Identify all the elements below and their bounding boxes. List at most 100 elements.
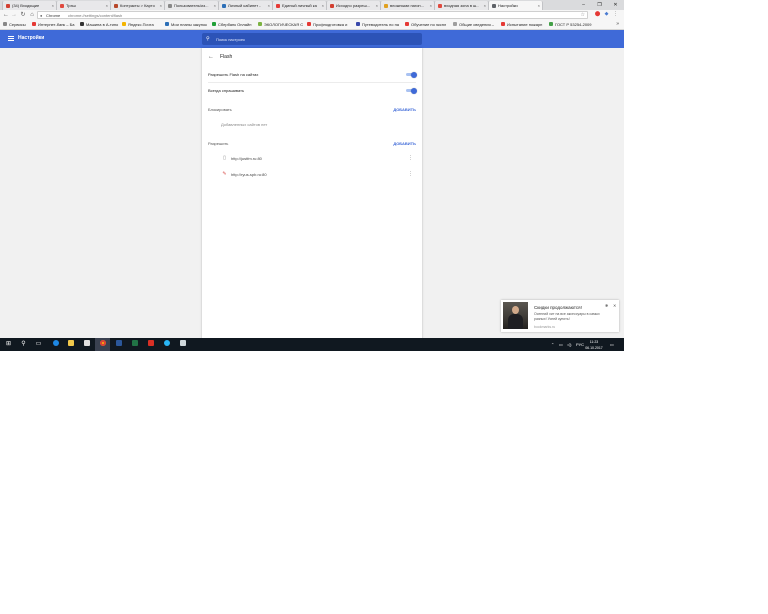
site-more-actions-icon[interactable]: ⋮ bbox=[408, 171, 413, 178]
tab-close-icon[interactable]: × bbox=[322, 3, 324, 9]
notification-close-icon[interactable]: ✕ bbox=[613, 303, 616, 308]
tab-close-icon[interactable]: × bbox=[52, 3, 54, 9]
ie-icon[interactable] bbox=[159, 338, 174, 351]
word-icon[interactable] bbox=[111, 338, 126, 351]
tab[interactable]: вложными пагон... × bbox=[380, 1, 435, 10]
tab-close-icon[interactable]: × bbox=[214, 3, 216, 9]
bookmarks-overflow-icon[interactable]: » bbox=[616, 21, 619, 28]
store-icon[interactable] bbox=[79, 338, 94, 351]
tab[interactable]: Личный кабинет - × bbox=[218, 1, 273, 10]
tab-close-icon[interactable]: × bbox=[484, 3, 486, 9]
tab-close-icon[interactable]: × bbox=[106, 3, 108, 9]
clock[interactable]: 11:23 06.10.2017 bbox=[583, 339, 605, 351]
tab-close-icon[interactable]: × bbox=[376, 3, 378, 9]
allowed-site-url: http://ryus-spb.ru:80 bbox=[231, 172, 267, 177]
tab-close-icon[interactable]: × bbox=[160, 3, 162, 9]
notification-settings-icon[interactable]: ✱ bbox=[605, 303, 608, 308]
bookmark-item[interactable]: Интернет-банк – Ба bbox=[32, 21, 74, 28]
bookmark-item[interactable]: Путеводитель по на bbox=[356, 21, 399, 28]
block-section-label: Блокировать bbox=[208, 107, 232, 112]
allow-flash-toggle[interactable] bbox=[406, 71, 417, 78]
network-icon[interactable]: ▭ bbox=[559, 338, 563, 351]
tab[interactable]: (34) Входящие × bbox=[2, 1, 57, 10]
tab-title: Трэш bbox=[66, 2, 76, 8]
explorer-icon[interactable] bbox=[63, 338, 78, 351]
search-taskbar-icon[interactable]: ⚲ bbox=[16, 338, 31, 351]
bookmark-label: Сбербанк Онлайн bbox=[218, 22, 252, 27]
tab[interactable]: Трэш × bbox=[56, 1, 111, 10]
bookmark-item[interactable]: Яндекс.Почта bbox=[122, 21, 154, 28]
excel-icon[interactable] bbox=[127, 338, 142, 351]
tab[interactable]: Настройки × bbox=[488, 1, 543, 10]
clock-date: 06.10.2017 bbox=[585, 345, 603, 350]
menu-icon[interactable] bbox=[8, 36, 14, 41]
home-button[interactable]: ⌂ bbox=[28, 11, 36, 19]
bookmark-item[interactable]: Профподготовка и bbox=[307, 21, 347, 28]
notification-popup[interactable]: ✱ ✕ Скидки продолжаются! Осенний хит на … bbox=[501, 300, 619, 332]
always-ask-toggle[interactable] bbox=[406, 87, 417, 94]
bookmark-item[interactable]: Мои планы закупок bbox=[165, 21, 207, 28]
bookmark-item[interactable]: Обучение по экспл bbox=[405, 21, 446, 28]
bookmark-favicon-icon bbox=[405, 22, 409, 27]
bookmark-item[interactable]: Машина в А-типо bbox=[80, 21, 118, 28]
tab[interactable]: входная зона в ш... × bbox=[434, 1, 489, 10]
tab[interactable]: Единый личный ка... × bbox=[272, 1, 327, 10]
bookmarks-bar: Сервисы Интернет-банк – Ба Машина в А-типо… bbox=[0, 20, 624, 30]
mail-icon[interactable] bbox=[175, 338, 190, 351]
minimize-button[interactable]: – bbox=[578, 0, 589, 10]
volume-icon[interactable]: ◁) bbox=[567, 338, 571, 351]
bookmark-item[interactable]: ЭКОЛОГИЧЕСКАЯ С bbox=[258, 21, 303, 28]
tab-title: вложными пагон... bbox=[390, 2, 424, 8]
edge-icon[interactable] bbox=[48, 338, 63, 351]
extension-icon[interactable]: ◆ bbox=[603, 11, 610, 18]
bookmark-item[interactable]: Сбербанк Онлайн bbox=[212, 21, 251, 28]
address-bar[interactable]: ● Chrome chrome://settings/content/flash… bbox=[37, 11, 588, 19]
allow-add-button[interactable]: ДОБАВИТЬ bbox=[393, 140, 416, 147]
chrome-menu-icon[interactable]: ⋮ bbox=[612, 11, 619, 18]
bookmark-item[interactable]: Общие сведения – bbox=[453, 21, 494, 28]
forward-button[interactable]: → bbox=[10, 11, 18, 19]
restore-button[interactable]: ❐ bbox=[594, 0, 605, 10]
settings-header: Настройки ⚲ Поиск настроек bbox=[0, 30, 624, 48]
bookmark-item[interactable]: ГОСТ Р 53254-2009 bbox=[549, 21, 592, 28]
omnibox-site: Chrome bbox=[46, 13, 61, 18]
bookmark-star-icon[interactable]: ☆ bbox=[581, 12, 585, 18]
tab-close-icon[interactable]: × bbox=[430, 3, 432, 9]
action-center-icon[interactable]: ▭ bbox=[610, 338, 614, 351]
flash-settings-card: ← Flash Разрешить Flash на сайтах Всегда… bbox=[202, 48, 422, 340]
search-placeholder: Поиск настроек bbox=[216, 36, 245, 42]
bookmark-item[interactable]: Испытание пожарн bbox=[501, 21, 542, 28]
pdf-icon[interactable] bbox=[143, 338, 158, 351]
task-view-icon[interactable]: ▭ bbox=[31, 338, 46, 351]
allowed-site-url: http://justfm.ru:80 bbox=[231, 156, 262, 161]
chrome-taskbar-icon[interactable] bbox=[95, 338, 110, 351]
tray-chevron-icon[interactable]: ⌃ bbox=[551, 338, 554, 351]
tab-favicon-icon bbox=[114, 3, 118, 8]
browser-toolbar: ← → ↻ ⌂ ● Chrome chrome://settings/conte… bbox=[0, 10, 624, 20]
site-more-actions-icon[interactable]: ⋮ bbox=[408, 155, 413, 162]
settings-search-input[interactable]: ⚲ Поиск настроек bbox=[202, 33, 422, 45]
reload-button[interactable]: ↻ bbox=[19, 11, 27, 19]
omnibox-url[interactable]: chrome://settings/content/flash bbox=[68, 13, 122, 18]
tab-close-icon[interactable]: × bbox=[538, 3, 540, 9]
bookmark-label: Общие сведения – bbox=[459, 22, 494, 27]
abp-extension-icon[interactable]: ⬤ bbox=[594, 11, 601, 18]
site-info-icon[interactable]: ● bbox=[40, 13, 44, 18]
tab[interactable]: Пользователь/из... × bbox=[164, 1, 219, 10]
block-add-button[interactable]: ДОБАВИТЬ bbox=[393, 106, 416, 113]
tab[interactable]: Контракты > Карто... × bbox=[110, 1, 165, 10]
tab-title: Единый личный ка... bbox=[282, 2, 317, 8]
windows-taskbar: ⊞ ⚲ ▭ ⌃ ▭ ◁) РУС 11:23 06.10.2017 ▭ bbox=[0, 338, 624, 351]
tab[interactable]: Исходно разреш... × bbox=[326, 1, 381, 10]
back-button[interactable]: ← bbox=[2, 11, 10, 19]
back-arrow-icon[interactable]: ← bbox=[208, 53, 214, 61]
bookmark-favicon-icon bbox=[453, 22, 457, 27]
bookmark-label: Обучение по экспл bbox=[411, 22, 447, 27]
tab-favicon-icon bbox=[222, 3, 226, 8]
tab-favicon-icon bbox=[60, 3, 64, 8]
start-button[interactable]: ⊞ bbox=[1, 338, 16, 351]
tab-close-icon[interactable]: × bbox=[268, 3, 270, 9]
close-window-button[interactable]: ✕ bbox=[610, 0, 621, 10]
tab-title: (34) Входящие bbox=[12, 2, 40, 8]
bookmark-item[interactable]: Сервисы bbox=[3, 21, 26, 28]
